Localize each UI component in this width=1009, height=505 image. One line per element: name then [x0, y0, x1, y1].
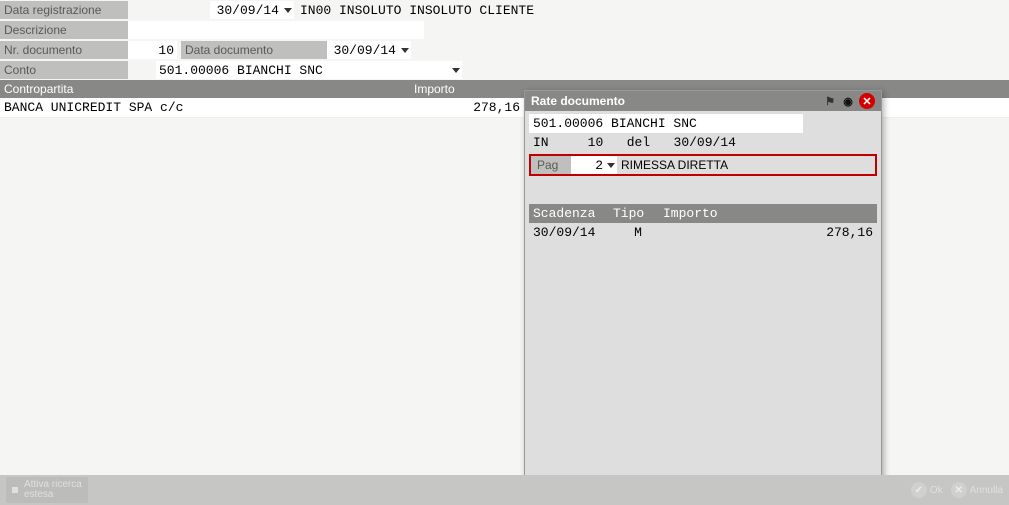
- dialog-doc-date: 30/09/14: [674, 135, 736, 150]
- dialog-doc-del: del: [627, 135, 650, 150]
- dialog-doc-num: 10: [588, 135, 604, 150]
- data-registrazione-label: Data registrazione: [0, 1, 128, 19]
- record-icon[interactable]: ◉: [841, 94, 855, 108]
- conto-input[interactable]: [156, 61, 450, 79]
- estesa-label: estesa: [24, 490, 82, 500]
- dialog-table-header: Scadenza Tipo Importo: [529, 204, 877, 223]
- x-icon: ✕: [951, 482, 967, 498]
- dialog-title-text: Rate documento: [531, 94, 823, 108]
- bottom-bar: Attiva ricerca estesa ✓ Ok ✕ Annulla: [0, 475, 1009, 505]
- dialog-cell-tipo: M: [613, 225, 663, 240]
- descrizione-label: Descrizione: [0, 21, 128, 39]
- bottom-annulla-button[interactable]: ✕ Annulla: [951, 482, 1003, 498]
- grid-header-contropartita: Contropartita: [0, 80, 410, 98]
- close-icon[interactable]: ✕: [859, 93, 875, 109]
- pag-dropdown[interactable]: [605, 156, 617, 174]
- nr-documento-input[interactable]: [128, 41, 177, 59]
- check-icon: ✓: [911, 482, 927, 498]
- pag-label: Pag: [531, 156, 571, 174]
- dialog-doc-line: IN 10 del 30/09/14: [529, 133, 877, 152]
- dialog-data-row[interactable]: 30/09/14 M 278,16: [529, 223, 877, 242]
- grid-cell-importo: 278,16: [410, 98, 524, 117]
- grid-header-importo: Importo: [410, 80, 524, 98]
- data-registrazione-dropdown[interactable]: [282, 1, 294, 19]
- dialog-cell-importo: 278,16: [663, 225, 873, 240]
- header-text: IN00 INSOLUTO INSOLUTO CLIENTE: [300, 3, 534, 18]
- bottom-ok-button[interactable]: ✓ Ok: [911, 482, 943, 498]
- data-registrazione-input[interactable]: [210, 1, 282, 19]
- pag-input[interactable]: [571, 156, 605, 174]
- bottom-ok-label: Ok: [930, 485, 943, 496]
- data-documento-dropdown[interactable]: [399, 41, 411, 59]
- dialog-doc-prefix: IN: [533, 135, 549, 150]
- nr-documento-label: Nr. documento: [0, 41, 128, 59]
- dialog-h-importo: Importo: [663, 206, 873, 221]
- data-documento-label: Data documento: [181, 41, 327, 59]
- bottom-annulla-label: Annulla: [970, 485, 1003, 496]
- pag-text: RIMESSA DIRETTA: [617, 158, 728, 172]
- rate-documento-dialog: Rate documento ⚑ ◉ ✕ 501.00006 BIANCHI S…: [524, 90, 882, 498]
- conto-label: Conto: [0, 61, 128, 79]
- dialog-account: 501.00006 BIANCHI SNC: [529, 114, 803, 133]
- dialog-h-scadenza: Scadenza: [533, 206, 613, 221]
- attiva-ricerca-estesa-button[interactable]: Attiva ricerca estesa: [6, 477, 88, 503]
- grid-cell-contropartita: BANCA UNICREDIT SPA c/c: [0, 98, 410, 117]
- pin-icon[interactable]: ⚑: [823, 94, 837, 108]
- pag-row: Pag RIMESSA DIRETTA: [529, 154, 877, 176]
- descrizione-input[interactable]: [128, 21, 424, 39]
- conto-dropdown[interactable]: [450, 61, 462, 79]
- data-documento-input[interactable]: [327, 41, 399, 59]
- dialog-h-tipo: Tipo: [613, 206, 663, 221]
- dialog-cell-scadenza: 30/09/14: [533, 225, 613, 240]
- dialog-titlebar[interactable]: Rate documento ⚑ ◉ ✕: [525, 91, 881, 111]
- square-icon: [12, 487, 18, 493]
